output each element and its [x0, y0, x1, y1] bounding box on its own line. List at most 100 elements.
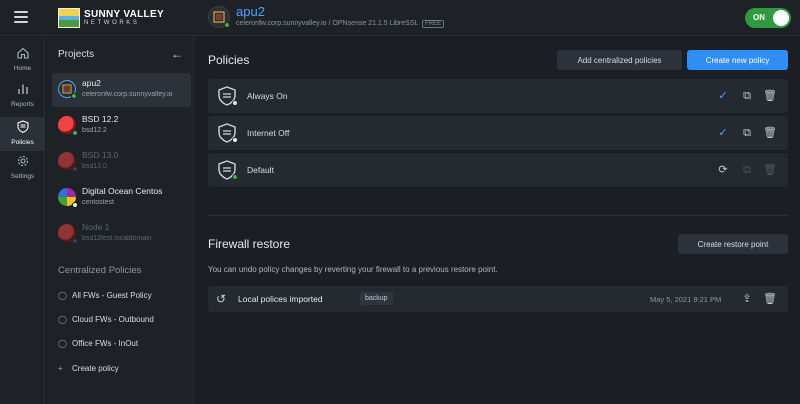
create-restore-point-button[interactable]: Create restore point	[678, 234, 788, 254]
copy-icon[interactable]: ⧉	[739, 125, 755, 141]
nav-policies[interactable]: Policies	[0, 117, 45, 151]
shield-icon	[218, 86, 238, 106]
check-circle-icon[interactable]: ✓	[715, 88, 731, 104]
centos-icon	[58, 188, 78, 208]
project-item-apu2[interactable]: apu2 celeronfw.corp.sunnyvalley.io	[52, 73, 191, 107]
status-dot	[72, 238, 78, 244]
upload-icon[interactable]: ⇪	[739, 291, 755, 307]
trash-icon[interactable]: 🗑	[762, 88, 778, 104]
shield-icon	[218, 123, 238, 143]
toggle-knob	[773, 10, 789, 26]
project-item-node-1[interactable]: Node 1 bsd12test.localdomain	[52, 217, 191, 251]
project-name: apu2	[82, 78, 101, 88]
restore-point-tag: backup	[360, 292, 393, 305]
copy-icon[interactable]: ⧉	[739, 88, 755, 104]
bar-chart-icon	[0, 83, 45, 98]
nav-settings-label: Settings	[10, 173, 35, 180]
status-dot	[72, 166, 78, 172]
shield-icon: ◯	[58, 291, 67, 300]
firewall-restore-description: You can undo policy changes by reverting…	[208, 265, 498, 274]
project-item-digital-ocean-centos[interactable]: Digital Ocean Centos centostest	[52, 181, 191, 215]
shield-icon	[218, 160, 238, 180]
bsd-daemon-icon	[58, 152, 78, 172]
restore-point-date: May 5, 2021 9:21 PM	[650, 295, 722, 304]
policy-name: Always On	[247, 91, 288, 101]
check-circle-icon[interactable]: ✓	[715, 125, 731, 141]
device-host: celeronfw.corp.sunnyvalley.io	[236, 20, 327, 27]
logo-line1: SUNNY VALLEY	[84, 9, 164, 20]
device-icon	[58, 80, 77, 99]
device-icon	[208, 6, 230, 28]
shield-icon: ◯	[58, 315, 67, 324]
device-status-dot	[224, 22, 230, 28]
create-policy-label: Create policy	[72, 364, 119, 373]
firewall-restore-title: Firewall restore	[208, 237, 291, 251]
device-name[interactable]: apu2	[236, 4, 265, 19]
create-policy-link[interactable]: + Create policy	[58, 364, 119, 373]
policy-row-always-on[interactable]: Always On ✓ ⧉ 🗑	[208, 79, 788, 113]
trash-icon[interactable]: 🗑	[762, 291, 778, 307]
restore-point-row[interactable]: ↺ Local polices imported backup May 5, 2…	[208, 286, 788, 312]
project-name: Node 1	[82, 222, 110, 232]
project-name: Digital Ocean Centos	[82, 186, 163, 196]
centralized-item-label: Cloud FWs - Outbound	[72, 315, 154, 324]
home-icon	[0, 47, 45, 62]
status-dot	[232, 137, 238, 143]
trash-icon: 🗑	[763, 164, 777, 176]
app-logo[interactable]: SUNNY VALLEY NETWORKS	[58, 6, 164, 30]
device-subtitle: celeronfw.corp.sunnyvalley.io / OPNsense…	[236, 20, 445, 28]
top-bar: SUNNY VALLEY NETWORKS apu2 celeronfw.cor…	[0, 0, 800, 36]
logo-line2: NETWORKS	[84, 20, 140, 26]
project-host: bsd13.0	[82, 163, 107, 170]
edition-badge: FREE	[422, 20, 445, 28]
firewall-toggle[interactable]: ON	[745, 8, 791, 28]
policy-row-internet-off[interactable]: Internet Off ✓ ⧉ 🗑	[208, 116, 788, 150]
copy-icon: ⧉	[743, 164, 751, 176]
centralized-item-guest[interactable]: ◯ All FWs - Guest Policy	[58, 291, 152, 300]
project-name: BSD 12.2	[82, 114, 119, 124]
add-centralized-policies-button[interactable]: Add centralized policies	[557, 50, 682, 70]
status-dot	[232, 174, 238, 180]
bsd-daemon-icon	[58, 116, 78, 136]
project-item-bsd-12-2[interactable]: BSD 12.2 bsd12.2	[52, 109, 191, 143]
centralized-item-office[interactable]: ◯ Office FWs - InOut	[58, 339, 138, 348]
nav-settings[interactable]: Settings	[0, 155, 45, 187]
device-version: OPNsense 21.1.5 LibreSSL	[332, 20, 419, 27]
section-divider	[208, 215, 788, 216]
nav-policies-label: Policies	[11, 139, 34, 146]
main-content: Policies Add centralized policies Create…	[195, 37, 800, 404]
nav-home[interactable]: Home	[0, 47, 45, 79]
nav-home-label: Home	[13, 65, 32, 72]
status-dot	[72, 202, 78, 208]
project-host: centostest	[82, 199, 114, 206]
status-dot	[72, 130, 78, 136]
project-item-bsd-13-0[interactable]: BSD 13.0 bsd13.0	[52, 145, 191, 179]
centralized-policies-title: Centralized Policies	[58, 265, 142, 276]
centralized-item-cloud[interactable]: ◯ Cloud FWs - Outbound	[58, 315, 154, 324]
shield-icon: ◯	[58, 339, 67, 348]
projects-panel: Projects ← apu2 celeronfw.corp.sunnyvall…	[46, 37, 194, 404]
nav-reports-label: Reports	[11, 101, 34, 108]
history-icon: ↺	[216, 292, 227, 306]
status-dot	[232, 100, 238, 106]
sync-icon[interactable]: ⟳	[715, 162, 731, 178]
shield-icon	[0, 120, 45, 136]
restore-point-name: Local polices imported	[238, 294, 323, 304]
centralized-item-label: Office FWs - InOut	[72, 339, 139, 348]
policies-title: Policies	[208, 53, 250, 67]
project-name: BSD 13.0	[82, 150, 119, 160]
policy-name: Internet Off	[247, 128, 290, 138]
projects-title: Projects	[58, 49, 95, 60]
centralized-item-label: All FWs - Guest Policy	[72, 291, 152, 300]
policy-row-default[interactable]: Default ⟳ ⧉ 🗑	[208, 153, 788, 187]
project-host: bsd12.2	[82, 127, 107, 134]
create-new-policy-button[interactable]: Create new policy	[687, 50, 788, 70]
trash-icon[interactable]: 🗑	[762, 125, 778, 141]
nav-reports[interactable]: Reports	[0, 83, 45, 115]
toggle-label: ON	[753, 13, 765, 22]
menu-icon[interactable]	[14, 11, 28, 23]
policy-name: Default	[247, 165, 274, 175]
device-separator: /	[328, 20, 331, 27]
plus-icon: +	[58, 364, 63, 373]
arrow-left-icon[interactable]: ←	[171, 47, 183, 61]
